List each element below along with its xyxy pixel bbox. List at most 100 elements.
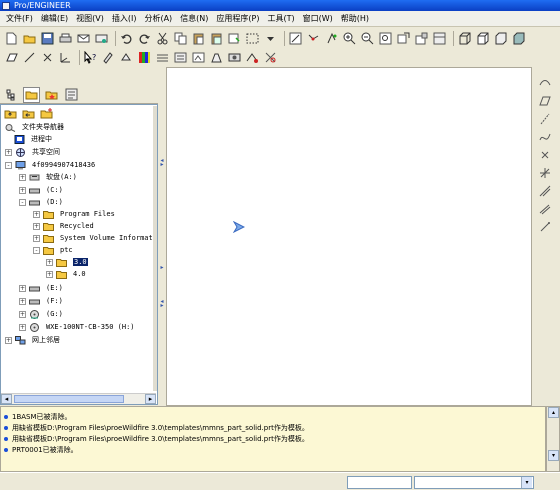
menu-window[interactable]: 窗口(W)	[299, 11, 337, 27]
filter-dropdown[interactable]: ▾	[414, 476, 534, 489]
annotation-icon[interactable]	[101, 50, 116, 65]
datum-plane-toggle-icon[interactable]	[4, 50, 19, 65]
new-folder-icon[interactable]	[39, 106, 54, 121]
scroll-right-arrow-icon[interactable]: ▸	[145, 394, 156, 404]
email-link-icon[interactable]	[94, 31, 109, 46]
coordinate-system-icon[interactable]	[537, 165, 552, 180]
menu-insert[interactable]: 插入(I)	[108, 11, 141, 27]
tree-row-ptc[interactable]: - ptc	[33, 244, 73, 256]
datum-curve-icon[interactable]	[537, 129, 552, 144]
expand-toggle[interactable]: +	[5, 148, 12, 156]
view-manager-icon[interactable]	[432, 31, 447, 46]
chevron-down-icon[interactable]: ▾	[521, 477, 532, 488]
folder-browser-tab[interactable]	[23, 86, 40, 103]
tree-row-version-40[interactable]: + 4.0	[46, 268, 86, 280]
expand-toggle[interactable]: +	[33, 210, 40, 218]
open-folder-icon[interactable]	[22, 31, 37, 46]
sketch-constraints-icon[interactable]	[245, 50, 260, 65]
orient-mode-icon[interactable]	[324, 31, 339, 46]
navigator-vertical-scrollbar[interactable]	[153, 106, 157, 391]
expand-toggle[interactable]: +	[19, 297, 26, 305]
menu-edit[interactable]: 编辑(E)	[37, 11, 72, 27]
datum-axis-icon[interactable]	[537, 111, 552, 126]
model-tree-tab[interactable]	[3, 87, 20, 103]
spin-center-icon[interactable]	[306, 31, 321, 46]
collapse-toggle[interactable]: -	[5, 161, 12, 169]
menu-applications[interactable]: 应用程序(P)	[212, 11, 263, 27]
message-scrollbar[interactable]: ▴ ▾	[546, 406, 560, 472]
tree-row-drive-h[interactable]: + WXE-100NT-CB-350 (H:)	[19, 321, 135, 333]
collapse-toggle[interactable]: -	[19, 198, 26, 206]
expand-toggle[interactable]: +	[33, 222, 40, 230]
saved-views-icon[interactable]	[414, 31, 429, 46]
appearance-gallery-icon[interactable]	[137, 50, 152, 65]
tree-row-program-files[interactable]: + Program Files	[33, 208, 115, 220]
tree-row-shared-space[interactable]: + 共享空间	[5, 146, 60, 158]
offset-curve-icon[interactable]	[537, 201, 552, 216]
display-style-icon[interactable]	[191, 50, 206, 65]
expand-toggle[interactable]: +	[19, 173, 26, 181]
tree-row-network[interactable]: + 网上邻居	[5, 334, 60, 346]
print-icon[interactable]	[58, 31, 73, 46]
perspective-icon[interactable]	[209, 50, 224, 65]
refit-icon[interactable]	[378, 31, 393, 46]
context-help-icon[interactable]: ?	[83, 50, 98, 65]
splitter-grip-icon[interactable]: ▸	[160, 265, 164, 271]
email-icon[interactable]	[76, 31, 91, 46]
menu-view[interactable]: 视图(V)	[72, 11, 108, 27]
expand-toggle[interactable]: +	[5, 336, 12, 344]
tree-row-drive-g[interactable]: + (G:)	[19, 308, 63, 320]
shading-icon[interactable]	[511, 31, 526, 46]
datum-plane-icon[interactable]	[537, 93, 552, 108]
collapse-toggle[interactable]: -	[33, 246, 40, 254]
expand-toggle[interactable]: +	[19, 323, 26, 331]
analysis-feature-icon[interactable]	[537, 183, 552, 198]
folder-back-icon[interactable]	[21, 106, 36, 121]
save-icon[interactable]	[40, 31, 55, 46]
tree-row-floppy[interactable]: + 软盘(A:)	[19, 171, 77, 183]
datum-point-toggle-icon[interactable]	[40, 50, 55, 65]
splitter-grip-icon[interactable]: ◂ ▸	[160, 299, 164, 309]
paste-icon[interactable]	[191, 31, 206, 46]
wireframe-icon[interactable]	[457, 31, 472, 46]
sketch-icon[interactable]	[537, 75, 552, 90]
copy-icon[interactable]	[173, 31, 188, 46]
dropdown-arrow-icon[interactable]	[263, 31, 278, 46]
expand-toggle[interactable]: +	[46, 270, 53, 278]
expand-toggle[interactable]: +	[19, 284, 26, 292]
expand-toggle[interactable]: +	[19, 186, 26, 194]
graphics-window[interactable]	[166, 67, 532, 406]
zoom-in-icon[interactable]	[342, 31, 357, 46]
navigator-horizontal-scrollbar[interactable]: ◂ ▸	[1, 393, 156, 404]
tree-row-version-30[interactable]: + 3.0	[46, 256, 88, 268]
tree-row-system-volume[interactable]: + System Volume Informati	[33, 232, 157, 244]
menu-file[interactable]: 文件(F)	[2, 11, 37, 27]
cross-section-icon[interactable]	[263, 50, 278, 65]
scroll-thumb[interactable]	[14, 395, 124, 403]
menu-analysis[interactable]: 分析(A)	[140, 11, 176, 27]
tree-row-computer[interactable]: - 4f0994907418436	[5, 159, 95, 171]
navigator-splitter[interactable]: ◂ ▸ ▸ ◂ ▸	[158, 86, 166, 406]
menu-tools[interactable]: 工具(T)	[264, 11, 299, 27]
scroll-left-arrow-icon[interactable]: ◂	[1, 394, 12, 404]
datum-point-icon[interactable]	[537, 147, 552, 162]
regenerate-icon[interactable]	[227, 31, 242, 46]
model-setup-icon[interactable]	[173, 50, 188, 65]
tree-row-in-session[interactable]: 进程中	[14, 133, 52, 145]
coordinate-system-toggle-icon[interactable]	[58, 50, 73, 65]
tree-row-recycled[interactable]: + Recycled	[33, 220, 94, 232]
datum-axis-toggle-icon[interactable]	[22, 50, 37, 65]
menu-info[interactable]: 信息(N)	[176, 11, 212, 27]
expand-toggle[interactable]: +	[33, 234, 40, 242]
splitter-grip-icon[interactable]: ◂ ▸	[160, 158, 164, 168]
no-hidden-icon[interactable]	[493, 31, 508, 46]
menu-help[interactable]: 帮助(H)	[337, 11, 373, 27]
tree-row-drive-f[interactable]: + (F:)	[19, 295, 63, 307]
zoom-out-icon[interactable]	[360, 31, 375, 46]
folder-up-icon[interactable]	[3, 106, 18, 121]
tree-row-drive-d[interactable]: - (D:)	[19, 196, 63, 208]
hidden-line-icon[interactable]	[475, 31, 490, 46]
new-file-icon[interactable]	[4, 31, 19, 46]
tree-row-drive-c[interactable]: + (C:)	[19, 184, 63, 196]
scroll-up-arrow-icon[interactable]: ▴	[548, 407, 559, 418]
